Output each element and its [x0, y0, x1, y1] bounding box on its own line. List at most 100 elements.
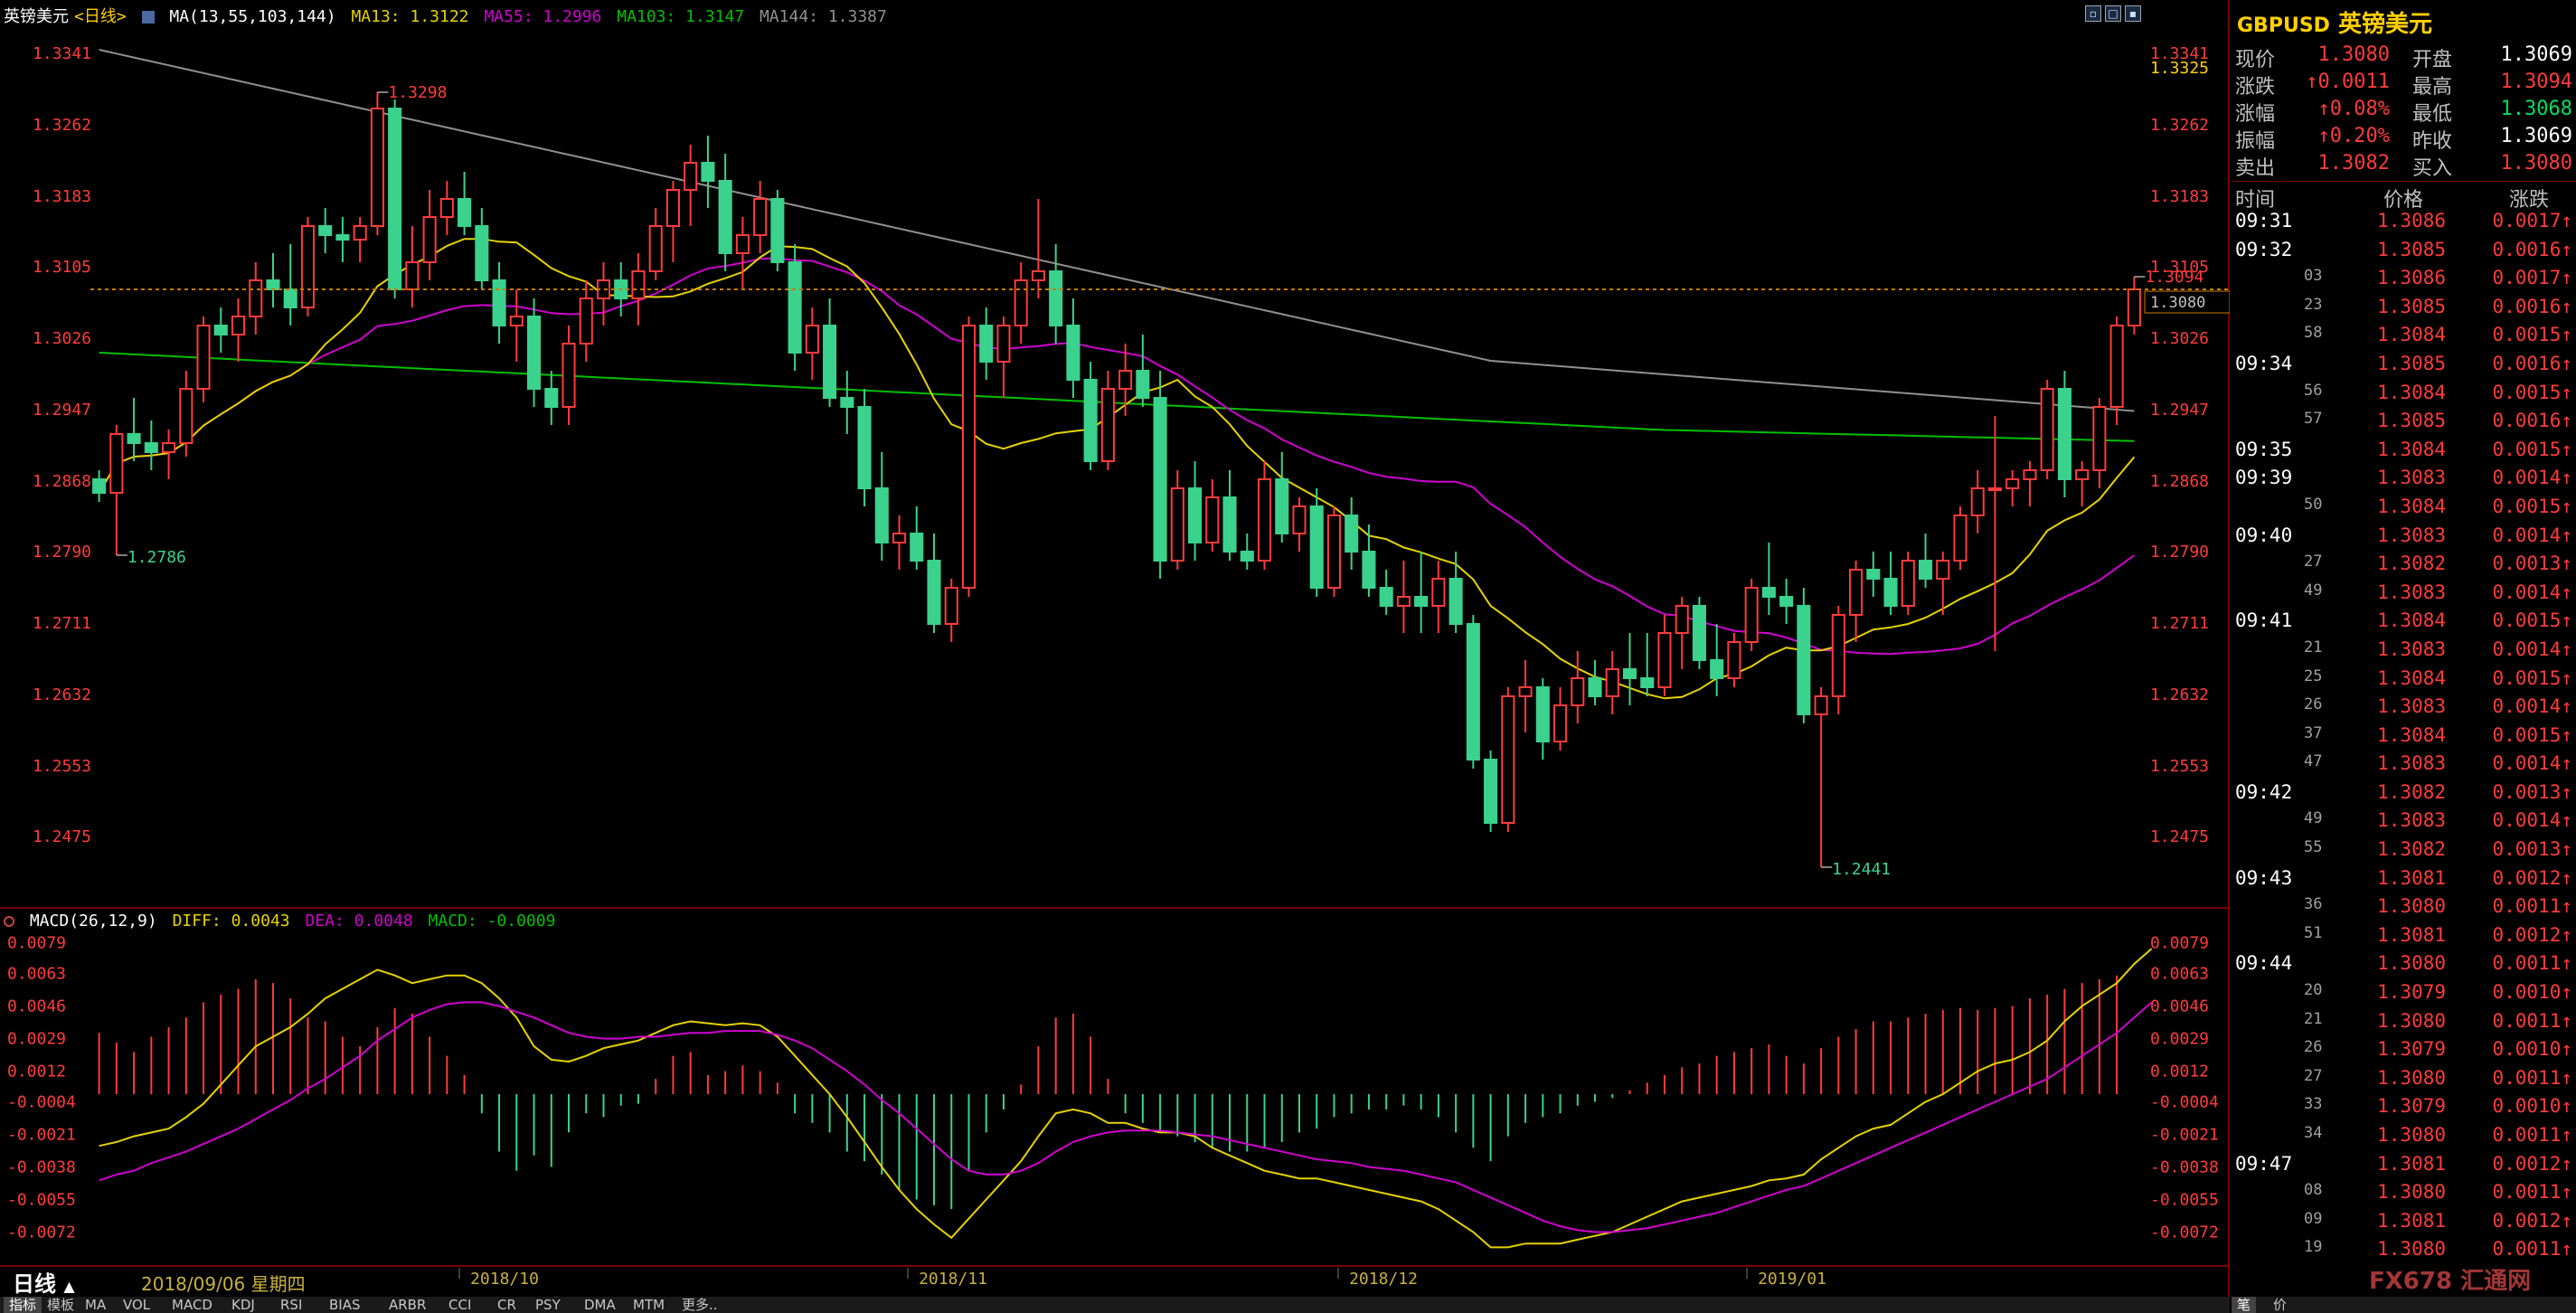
tick-time: 56 — [2304, 381, 2323, 400]
tick-time: 34 — [2304, 1124, 2323, 1142]
tick-change: 0.0015↑ — [2492, 666, 2572, 689]
ma13-value: MA13: 1.3122 — [351, 7, 469, 26]
tick-row: 49 1.3083 0.0014↑ — [2232, 809, 2576, 838]
tick-change: 0.0017↑ — [2492, 210, 2572, 231]
tick-price: 1.3080 — [2377, 1124, 2446, 1146]
quote-value: 1.3094 — [2500, 71, 2572, 93]
tick-price: 1.3080 — [2377, 952, 2446, 975]
tick-price: 1.3084 — [2377, 609, 2446, 632]
tab-12[interactable]: DMA — [579, 1297, 621, 1313]
tab-4[interactable]: MACD — [166, 1297, 218, 1313]
quote-panel: GBPUSD 英镑美元 现价 1.3080 开盘 1.3069 涨跌 ↑0.0011 最高 1… — [2232, 0, 2576, 1313]
quote-label: 最高 — [2412, 76, 2453, 99]
tick-row: 33 1.3079 0.0010↑ — [2232, 1095, 2576, 1124]
macd-axis-left-label: -0.0021 — [7, 1125, 76, 1144]
tick-row: 36 1.3080 0.0011↑ — [2232, 895, 2576, 924]
restore-icon[interactable]: ▫ — [2085, 5, 2101, 22]
tick-change: 0.0012↑ — [2492, 923, 2572, 946]
tick-header-change: 涨跌 — [2508, 189, 2549, 212]
kline-chart-area[interactable]: 1.3341 1.3341 1.3262 1.3262 1.3183 1.3183 1.31… — [0, 0, 2230, 1297]
tick-list[interactable]: 09:31 1.3086 0.0017↑ 09:32 1.3085 0.0016↑ 03 1.… — [2232, 210, 2576, 1267]
tick-row: 09:47 1.3081 0.0012↑ — [2232, 1153, 2576, 1182]
tab-5[interactable]: KDJ — [226, 1297, 260, 1313]
ma144-value: MA144: 1.3387 — [759, 7, 887, 26]
tick-row: 58 1.3084 0.0015↑ — [2232, 324, 2576, 353]
tab-3[interactable]: VOL — [118, 1297, 156, 1313]
close-icon[interactable]: ▪ — [2125, 5, 2141, 22]
quote-value: 1.3068 — [2500, 98, 2572, 120]
tick-time: 57 — [2304, 410, 2323, 429]
tick-change: 0.0012↑ — [2492, 866, 2572, 889]
tab-6[interactable]: RSI — [275, 1297, 307, 1313]
tick-price: 1.3085 — [2377, 238, 2446, 260]
x-axis-label: 2018/10 — [470, 1270, 539, 1289]
quote-value: ↑0.08% — [2317, 98, 2390, 120]
tick-time: 21 — [2304, 1009, 2323, 1028]
macd-settings-icon[interactable] — [4, 916, 14, 927]
tick-time: 36 — [2304, 895, 2323, 914]
quote-value: 1.3069 — [2500, 43, 2572, 66]
quote-label: 卖出 — [2235, 157, 2276, 180]
tick-time: 49 — [2304, 581, 2323, 600]
tick-price: 1.3080 — [2377, 1181, 2446, 1204]
tick-price: 1.3084 — [2377, 438, 2446, 460]
tab-0[interactable]: 指标 — [4, 1297, 42, 1313]
tick-price: 1.3083 — [2377, 524, 2446, 546]
tick-time: 09:39 — [2235, 467, 2293, 489]
tick-price: 1.3079 — [2377, 981, 2446, 1004]
tick-row: 08 1.3080 0.0011↑ — [2232, 1181, 2576, 1210]
tick-row: 49 1.3083 0.0014↑ — [2232, 581, 2576, 610]
tab-9[interactable]: CCI — [443, 1297, 477, 1313]
tick-change: 0.0017↑ — [2492, 267, 2572, 289]
tick-row: 27 1.3082 0.0013↑ — [2232, 553, 2576, 581]
tick-change: 0.0011↑ — [2492, 895, 2572, 918]
dea-line — [99, 1001, 2153, 1233]
tick-row: 09:32 1.3085 0.0016↑ — [2232, 239, 2576, 268]
tab-8[interactable]: ARBR — [383, 1297, 431, 1313]
tick-price: 1.3082 — [2377, 780, 2446, 803]
tab-13[interactable]: MTM — [627, 1297, 670, 1313]
tick-price: 1.3083 — [2377, 752, 2446, 775]
macd-axis-left-label: -0.0038 — [7, 1157, 76, 1176]
tick-time: 23 — [2304, 295, 2323, 314]
period-selector[interactable]: 日线 ▲ — [13, 1266, 75, 1298]
tick-change: 0.0015↑ — [2492, 324, 2572, 346]
tab-11[interactable]: PSY — [530, 1297, 566, 1313]
tick-time: 09:41 — [2235, 609, 2293, 632]
tick-change: 0.0014↑ — [2492, 581, 2572, 603]
tick-row: 26 1.3079 0.0010↑ — [2232, 1038, 2576, 1067]
tick-price: 1.3081 — [2377, 923, 2446, 946]
tick-price: 1.3079 — [2377, 1038, 2446, 1061]
quote-label: 振幅 — [2235, 130, 2276, 153]
quote-title: GBPUSD 英镑美元 — [2237, 5, 2432, 38]
tick-price: 1.3083 — [2377, 695, 2446, 718]
tick-price: 1.3084 — [2377, 495, 2446, 517]
macd-chart[interactable]: 0.0079 0.0079 0.0063 0.0063 0.0046 0.0046 0.00… — [0, 0, 2230, 1297]
instrument-name: 英镑美元 — [4, 7, 69, 26]
tab-prices[interactable]: 价 — [2268, 1297, 2292, 1313]
macd-axis-right-label: 0.0063 — [2150, 965, 2209, 984]
tick-price: 1.3079 — [2377, 1095, 2446, 1118]
tick-price: 1.3084 — [2377, 723, 2446, 746]
tick-change: 0.0015↑ — [2492, 495, 2572, 517]
tick-row: 09:43 1.3081 0.0012↑ — [2232, 867, 2576, 896]
tick-change: 0.0013↑ — [2492, 553, 2572, 575]
tab-10[interactable]: CR — [492, 1297, 522, 1313]
tab-trades[interactable]: 笔 — [2232, 1297, 2257, 1313]
tick-row: 09:42 1.3082 0.0013↑ — [2232, 781, 2576, 810]
tick-time: 27 — [2304, 553, 2323, 571]
tab-7[interactable]: BIAS — [324, 1297, 366, 1313]
quote-row: 振幅 ↑0.20% 昨收 1.3069 — [2232, 125, 2576, 153]
maximize-icon[interactable]: □ — [2105, 5, 2121, 22]
tab-1[interactable]: 模板 — [42, 1297, 80, 1313]
tick-row: 34 1.3080 0.0011↑ — [2232, 1124, 2576, 1153]
tick-row: 51 1.3081 0.0012↑ — [2232, 924, 2576, 953]
tab-2[interactable]: MA — [80, 1297, 111, 1313]
tick-change: 0.0015↑ — [2492, 438, 2572, 460]
tab-14[interactable]: 更多.. — [676, 1297, 723, 1313]
tick-change: 0.0014↑ — [2492, 809, 2572, 832]
tick-price: 1.3086 — [2377, 267, 2446, 289]
tick-time: 08 — [2304, 1181, 2323, 1200]
ma-settings-icon[interactable] — [141, 11, 155, 24]
ma55-value: MA55: 1.2996 — [484, 7, 602, 26]
